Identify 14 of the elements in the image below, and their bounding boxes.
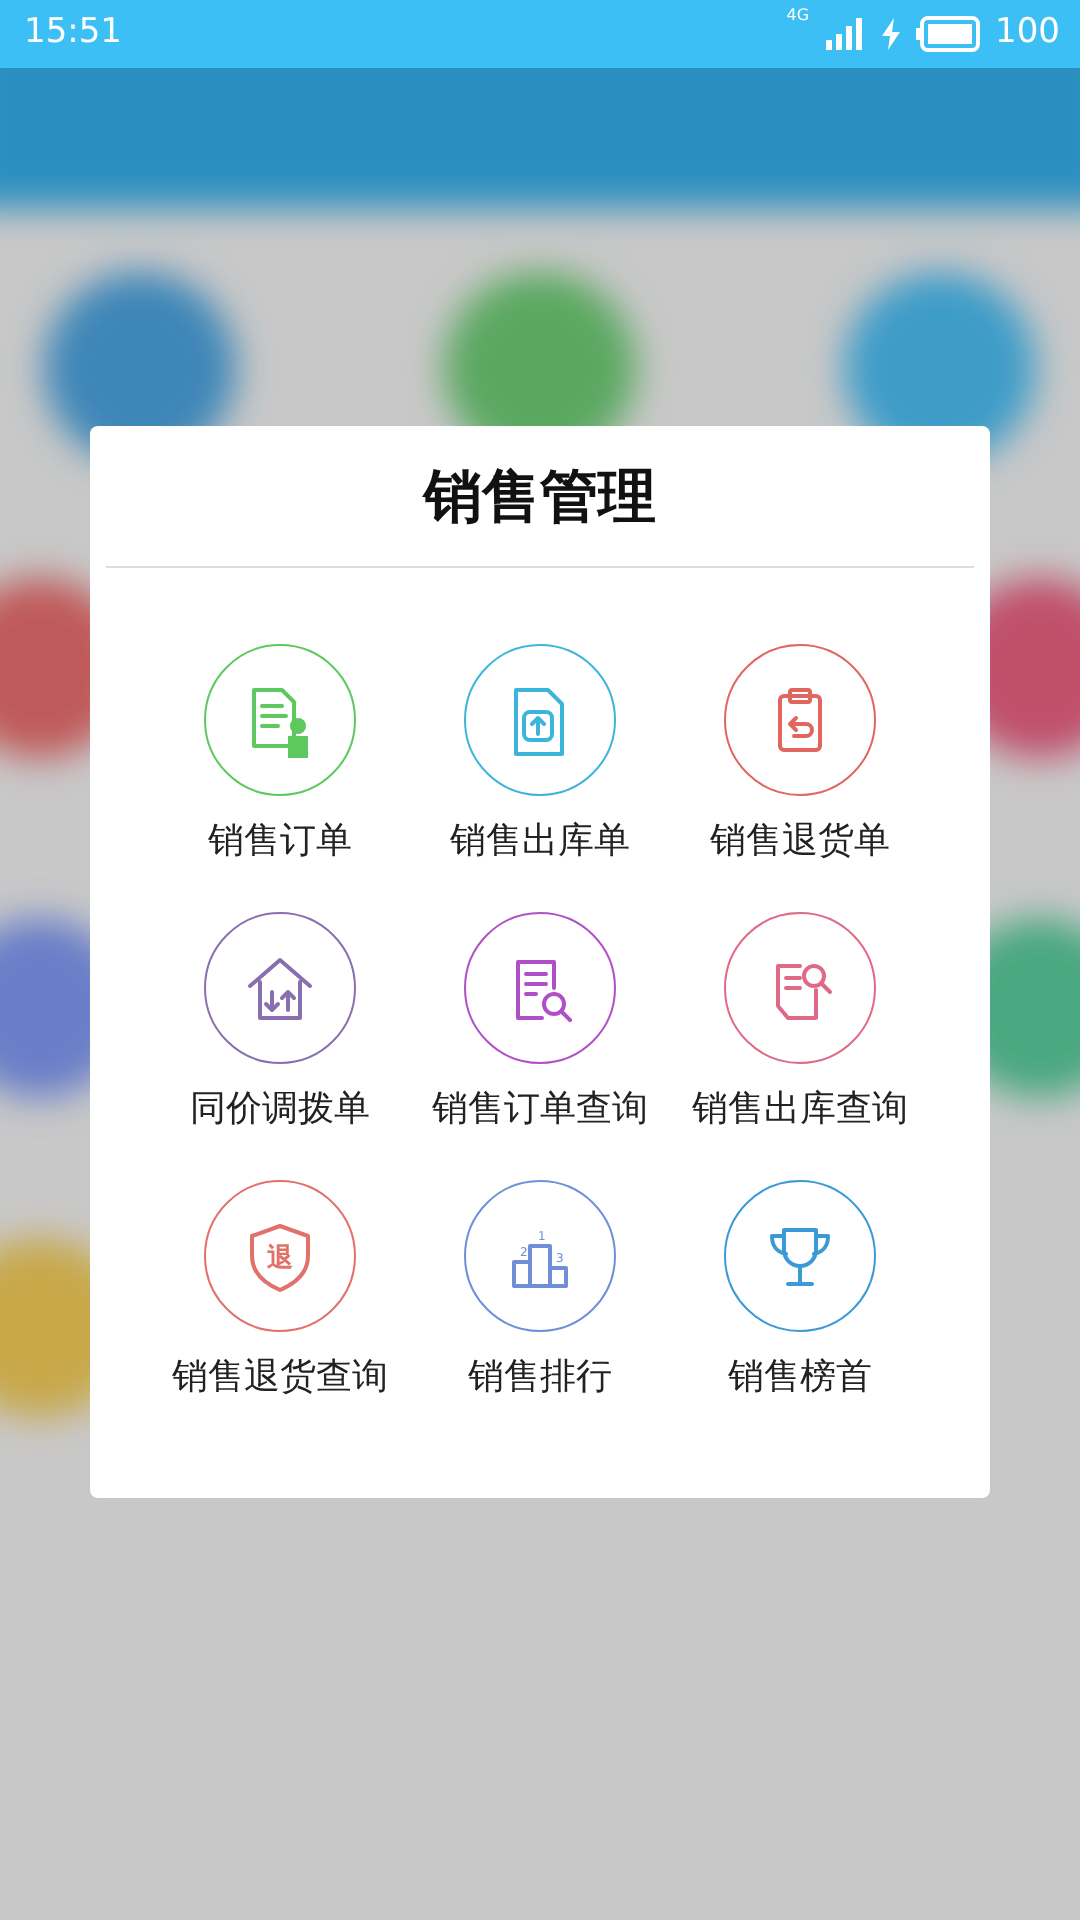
menu-item-label[interactable]: 销售订单 <box>208 813 352 867</box>
signal-icon <box>825 18 866 50</box>
network-type: 4G <box>786 8 810 25</box>
clock-time: 15:51 <box>24 10 122 57</box>
menu-item-label[interactable]: 销售出库单 <box>450 813 630 867</box>
menu-item-label[interactable]: 销售榜首 <box>728 1349 872 1403</box>
menu-item-label[interactable]: 销售排行 <box>468 1349 612 1403</box>
menu-item-label[interactable]: 销售退货查询 <box>172 1349 388 1403</box>
menu-item-label[interactable]: 销售退货单 <box>710 813 890 867</box>
dialog-title: 销售管理 <box>420 460 658 534</box>
menu-item-label[interactable]: 销售订单查询 <box>432 1081 648 1135</box>
battery-level: 100 <box>995 10 1060 57</box>
menu-item-label[interactable]: 销售出库查询 <box>692 1081 908 1135</box>
menu-item-label[interactable]: 同价调拨单 <box>190 1081 370 1135</box>
